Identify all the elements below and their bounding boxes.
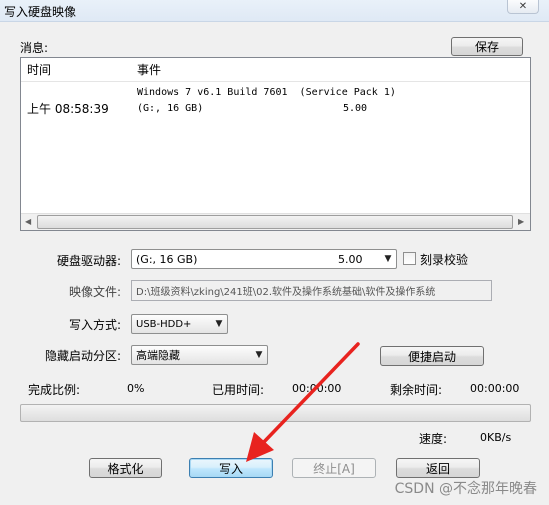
- list-item-time: 上午 08:58:39: [27, 102, 109, 116]
- remaining-label: 剩余时间:: [390, 383, 443, 397]
- chevron-down-icon: ▼: [384, 254, 392, 264]
- image-file-field[interactable]: D:\班级资料\zking\241班\02.软件及操作系统基础\软件及操作系统: [131, 280, 492, 301]
- close-icon: ✕: [518, 0, 528, 12]
- drive-select-value: (G:, 16 GB): [136, 252, 198, 266]
- messages-label: 消息:: [20, 41, 49, 55]
- watermark: CSDN @不念那年晚春: [394, 481, 537, 497]
- arrow-right-icon[interactable]: ▶: [518, 217, 524, 226]
- back-button[interactable]: 返回: [396, 458, 480, 478]
- quick-boot-button[interactable]: 便捷启动: [380, 346, 484, 366]
- drive-select[interactable]: (G:, 16 GB) 5.00 ▼: [131, 249, 397, 269]
- image-file-label: 映像文件:: [69, 285, 122, 299]
- scrollbar-thumb[interactable]: [37, 215, 513, 229]
- list-item-event: (G:, 16 GB): [137, 103, 204, 114]
- title-bar: 写入硬盘映像 ✕: [0, 0, 549, 22]
- write-method-value: USB-HDD+: [136, 318, 192, 330]
- save-button[interactable]: 保存: [451, 37, 523, 56]
- write-method-label: 写入方式:: [69, 318, 122, 332]
- horizontal-scrollbar[interactable]: ◀ ▶: [21, 213, 530, 230]
- list-item-extra: 5.00: [343, 103, 368, 114]
- hidden-partition-label: 隐藏启动分区:: [45, 349, 122, 363]
- hidden-partition-value: 高端隐藏: [136, 349, 180, 362]
- column-header-event[interactable]: 事件: [131, 58, 530, 82]
- write-method-select[interactable]: USB-HDD+ ▼: [131, 314, 228, 334]
- speed-value: 0KB/s: [480, 431, 512, 444]
- window-title: 写入硬盘映像: [4, 5, 77, 19]
- format-button[interactable]: 格式化: [89, 458, 162, 478]
- arrow-left-icon[interactable]: ◀: [25, 217, 31, 226]
- done-label: 完成比例:: [28, 383, 81, 397]
- remaining-value: 00:00:00: [470, 382, 520, 395]
- done-value: 0%: [127, 382, 145, 395]
- verify-checkbox[interactable]: [403, 252, 416, 265]
- messages-list[interactable]: 时间 事件 Windows 7 v6.1 Build 7601 (Service…: [20, 57, 531, 231]
- list-item-event: Windows 7 v6.1 Build 7601 (Service Pack …: [137, 87, 396, 98]
- verify-label[interactable]: 刻录校验: [420, 251, 468, 268]
- drive-label: 硬盘驱动器:: [57, 254, 122, 268]
- image-file-value: D:\班级资料\zking\241班\02.软件及操作系统基础\软件及操作系统: [136, 287, 436, 298]
- speed-label: 速度:: [419, 432, 448, 446]
- drive-select-extra: 5.00: [338, 252, 363, 266]
- annotation-arrow-icon: [246, 342, 360, 462]
- chevron-down-icon: ▼: [215, 319, 223, 329]
- close-button[interactable]: ✕: [507, 0, 539, 14]
- column-header-time[interactable]: 时间: [21, 58, 131, 82]
